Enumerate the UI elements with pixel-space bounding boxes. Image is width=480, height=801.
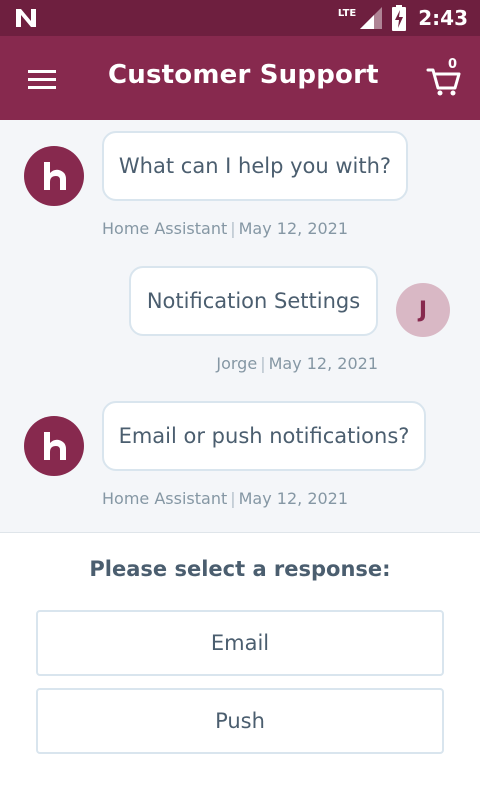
response-prompt: Please select a response: xyxy=(89,557,391,581)
signal-icon xyxy=(360,7,383,29)
network-label: LTE xyxy=(337,8,357,19)
message-meta: Home Assistant | May 12, 2021 xyxy=(102,219,349,238)
message-bubble: Notification Settings xyxy=(129,266,378,336)
user-avatar: J xyxy=(396,283,450,337)
app-bar: Customer Support 0 xyxy=(0,36,480,120)
cart-count-badge: 0 xyxy=(447,57,457,72)
message-author: Home Assistant xyxy=(102,489,228,508)
message-text: What can I help you with? xyxy=(118,154,392,178)
message-date: May 12, 2021 xyxy=(238,219,349,238)
message-bubble: Email or push notifications? xyxy=(102,401,426,471)
chat-thread: What can I help you with? Home Assistant… xyxy=(0,120,480,532)
message-author: Home Assistant xyxy=(102,219,228,238)
assistant-avatar xyxy=(24,416,84,476)
assistant-logo-icon xyxy=(44,432,66,460)
response-panel: Please select a response: Email Push xyxy=(0,532,480,801)
status-bar: LTE 2:43 xyxy=(0,0,480,36)
message-meta: Jorge | May 12, 2021 xyxy=(216,354,378,373)
message-author: Jorge xyxy=(216,354,258,373)
option-push-button[interactable]: Push xyxy=(36,688,444,754)
message-date: May 12, 2021 xyxy=(238,489,349,508)
assistant-logo-icon xyxy=(44,162,66,190)
page-title: Customer Support xyxy=(108,60,379,90)
clock: 2:43 xyxy=(418,6,468,30)
message-text: Notification Settings xyxy=(146,289,361,313)
cart-button[interactable]: 0 xyxy=(426,57,462,96)
message-bubble: What can I help you with? xyxy=(102,131,408,201)
option-email-button[interactable]: Email xyxy=(36,610,444,676)
message-date: May 12, 2021 xyxy=(268,354,378,373)
message-meta: Home Assistant | May 12, 2021 xyxy=(102,489,349,508)
message-text: Email or push notifications? xyxy=(118,424,410,448)
hamburger-menu-icon[interactable] xyxy=(24,64,60,94)
user-avatar-initial: J xyxy=(418,297,428,323)
android-n-icon xyxy=(16,9,36,27)
battery-charging-icon xyxy=(392,5,407,31)
assistant-avatar xyxy=(24,146,84,206)
